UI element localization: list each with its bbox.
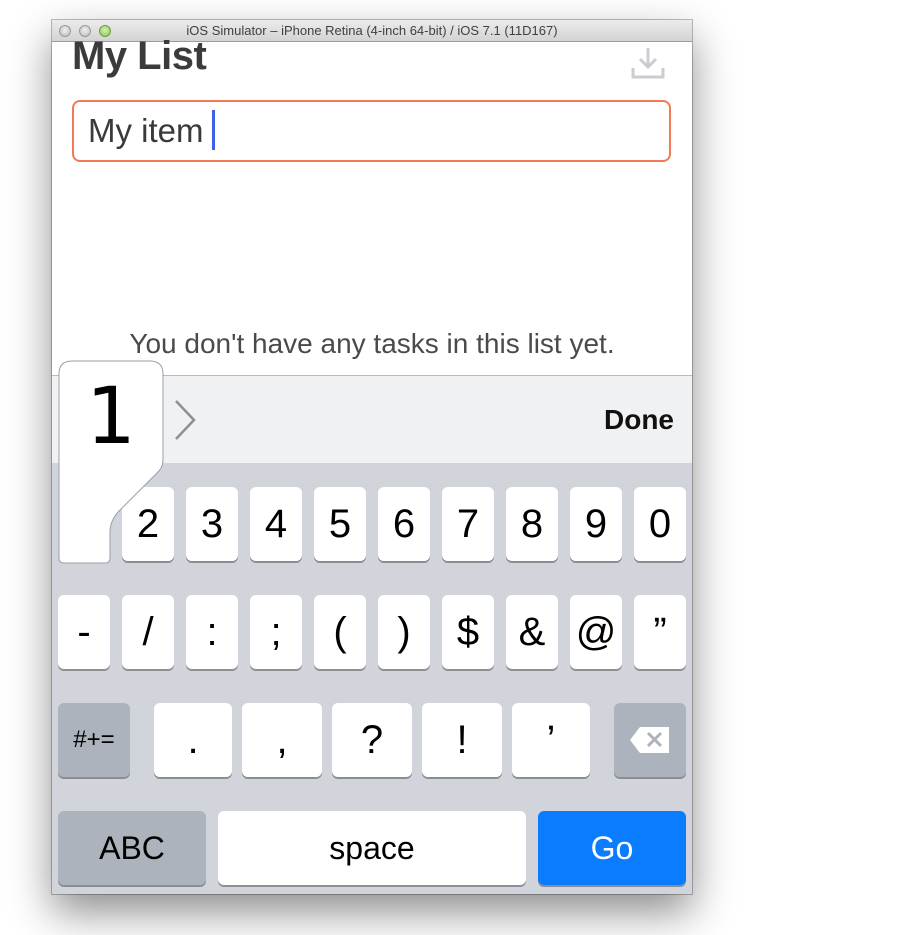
key-exclamation[interactable]: ! xyxy=(422,703,502,777)
key-3[interactable]: 3 xyxy=(186,487,238,561)
key-8[interactable]: 8 xyxy=(506,487,558,561)
delete-key[interactable] xyxy=(614,703,686,777)
key-6[interactable]: 6 xyxy=(378,487,430,561)
key-0[interactable]: 0 xyxy=(634,487,686,561)
close-window-button[interactable] xyxy=(59,25,71,37)
text-caret xyxy=(211,110,215,151)
key-close-paren[interactable]: ) xyxy=(378,595,430,669)
window-title: iOS Simulator – iPhone Retina (4-inch 64… xyxy=(186,23,558,38)
download-tray-icon[interactable] xyxy=(630,46,666,80)
backspace-icon xyxy=(630,727,669,753)
key-4[interactable]: 4 xyxy=(250,487,302,561)
new-item-input-value: My item xyxy=(88,112,204,149)
key-slash[interactable]: / xyxy=(122,595,174,669)
go-key[interactable]: Go xyxy=(538,811,686,885)
key-9[interactable]: 9 xyxy=(570,487,622,561)
key-question[interactable]: ? xyxy=(332,703,412,777)
key-5[interactable]: 5 xyxy=(314,487,366,561)
chevron-right-icon[interactable] xyxy=(172,398,198,442)
key-1-label: 1 xyxy=(86,372,136,462)
empty-list-message: You don't have any tasks in this list ye… xyxy=(129,328,615,359)
key-hyphen[interactable]: - xyxy=(58,595,110,669)
key-period[interactable]: . xyxy=(154,703,232,777)
new-item-input[interactable]: My item xyxy=(72,100,671,162)
done-button[interactable]: Done xyxy=(604,404,674,436)
space-key[interactable]: space xyxy=(218,811,526,885)
key-comma[interactable]: , xyxy=(242,703,322,777)
key-7[interactable]: 7 xyxy=(442,487,494,561)
key-dollar[interactable]: $ xyxy=(442,595,494,669)
list-title: My List xyxy=(72,34,207,78)
key-ampersand[interactable]: & xyxy=(506,595,558,669)
abc-key[interactable]: ABC xyxy=(58,811,206,885)
symbols-key[interactable]: #+= xyxy=(58,703,130,777)
key-open-paren[interactable]: ( xyxy=(314,595,366,669)
key-apostrophe[interactable]: ’ xyxy=(512,703,590,777)
key-at[interactable]: @ xyxy=(570,595,622,669)
key-semicolon[interactable]: ; xyxy=(250,595,302,669)
key-quote[interactable]: ” xyxy=(634,595,686,669)
simulator-window: iOS Simulator – iPhone Retina (4-inch 64… xyxy=(52,20,692,894)
key-colon[interactable]: : xyxy=(186,595,238,669)
